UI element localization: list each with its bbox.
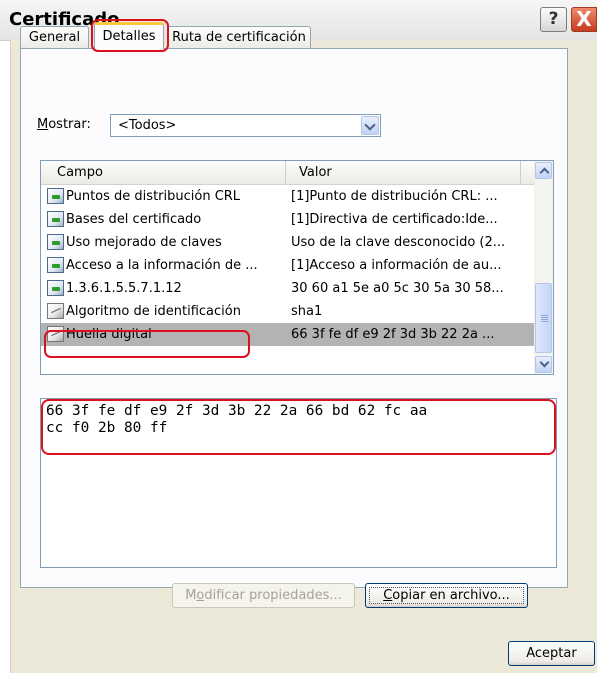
list-item[interactable]: Puntos de distribución CRL [1]Punto de di… <box>41 185 535 208</box>
scroll-down-button[interactable] <box>535 356 552 373</box>
tab-detalles[interactable]: Detalles <box>94 22 164 49</box>
tab-ruta-certificacion[interactable]: Ruta de certificación <box>167 26 311 48</box>
list-item[interactable]: 1.3.6.1.5.5.7.1.12 30 60 a1 5e a0 5c 30 5… <box>41 277 535 300</box>
column-header-valor[interactable]: Valor <box>286 161 521 185</box>
tab-general[interactable]: General <box>20 26 89 48</box>
list-header: Campo Valor <box>41 161 535 185</box>
show-select-value: <Todos> <box>118 118 177 133</box>
show-select[interactable]: <Todos> <box>110 114 381 137</box>
accept-button[interactable]: Aceptar <box>508 641 595 666</box>
certificate-field-icon <box>47 234 64 250</box>
property-field-icon <box>47 326 64 342</box>
chevron-down-icon <box>364 119 376 131</box>
detail-value-text[interactable]: 66 3f fe df e9 2f 3d 3b 22 2a 66 bd 62 f… <box>40 398 557 568</box>
certificate-field-icon <box>47 257 64 273</box>
scroll-thumb[interactable] <box>535 283 552 353</box>
fields-list[interactable]: Campo Valor Puntos de distribución CRL [1… <box>40 160 554 375</box>
list-rows: Puntos de distribución CRL [1]Punto de di… <box>41 185 535 346</box>
list-item[interactable]: Algoritmo de identificación sha1 <box>41 300 535 323</box>
column-header-campo[interactable]: Campo <box>41 161 286 185</box>
property-field-icon <box>47 303 64 319</box>
list-item[interactable]: Bases del certificado [1]Directiva de cer… <box>41 208 535 231</box>
list-item[interactable]: Acceso a la información de ... [1]Acceso … <box>41 254 535 277</box>
list-item[interactable]: Uso mejorado de claves Uso de la clave de… <box>41 231 535 254</box>
show-label: Mostrar: <box>37 117 91 132</box>
scroll-up-button[interactable] <box>535 162 552 179</box>
vertical-scrollbar[interactable] <box>534 161 553 374</box>
copy-to-file-button[interactable]: Copiar en archivo... <box>365 583 528 608</box>
modify-properties-button: Modificar propiedades... <box>172 583 355 608</box>
help-button[interactable]: ? <box>540 7 567 32</box>
certificate-field-icon <box>47 211 64 227</box>
chevron-down-icon <box>539 357 550 368</box>
certificate-field-icon <box>47 188 64 204</box>
certificate-field-icon <box>47 280 64 296</box>
dropdown-button[interactable] <box>361 116 379 135</box>
list-item-selected[interactable]: Huella digital 66 3f fe df e9 2f 3d 3b 22… <box>41 323 535 346</box>
chevron-up-icon <box>539 167 550 178</box>
close-button[interactable]: X <box>571 7 597 32</box>
